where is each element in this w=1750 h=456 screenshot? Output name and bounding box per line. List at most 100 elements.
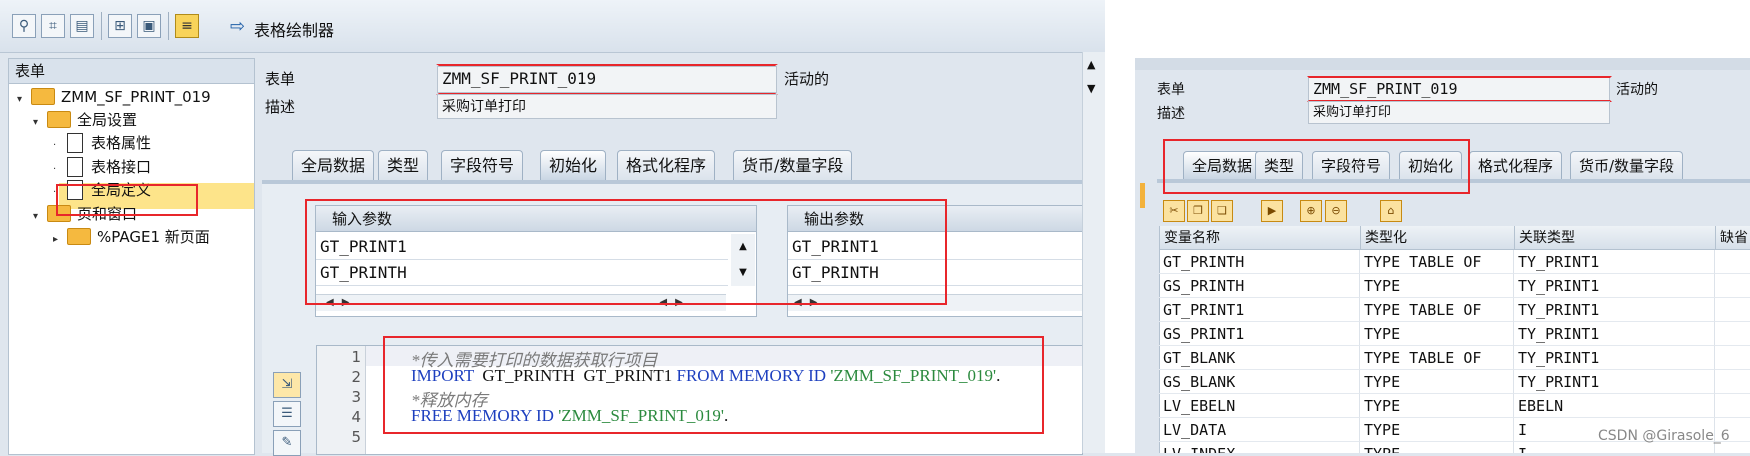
tab-initialization[interactable]: 初始化 xyxy=(540,150,607,180)
scroll-up-icon[interactable]: ▲ xyxy=(731,234,755,260)
pattern-insert-icon[interactable]: ⇲ xyxy=(273,372,301,398)
grid-cell[interactable] xyxy=(1715,274,1750,298)
add-node-icon[interactable]: ⊞ xyxy=(108,14,132,38)
column-header[interactable]: 缺省 xyxy=(1716,226,1750,250)
grid-cell[interactable]: GS_PRINTH xyxy=(1159,274,1360,298)
grid-cell[interactable]: GT_PRINTH xyxy=(1159,250,1360,274)
input-param-row[interactable]: GT_PRINTH xyxy=(316,260,728,286)
pretty-print-icon[interactable]: ☰ xyxy=(273,401,301,427)
grid-cell[interactable]: TY_PRINT1 xyxy=(1514,322,1715,346)
tab-format-routines[interactable]: 格式化程序 xyxy=(617,150,716,180)
right-form-name-field[interactable]: ZMM_SF_PRINT_019 xyxy=(1308,77,1610,101)
input-hscroll[interactable]: ◀ ▶ ◀ ▶ xyxy=(316,294,726,311)
output-param-row[interactable]: GT_PRINTH xyxy=(788,260,1083,286)
grid-cell[interactable]: TYPE TABLE OF xyxy=(1360,250,1514,274)
input-vscroll[interactable]: ▲ ▼ xyxy=(731,234,755,286)
output-param-row[interactable]: GT_PRINT1 xyxy=(788,234,1083,260)
right-tab-initialization[interactable]: 初始化 xyxy=(1399,151,1463,179)
copy-icon[interactable]: ❐ xyxy=(1187,200,1209,222)
column-header[interactable]: 变量名称 xyxy=(1160,226,1361,250)
tree-item-form-root[interactable]: ▾ ZMM_SF_PRINT_019 xyxy=(17,85,211,109)
tree-item-global-definitions[interactable]: · 全局定义 xyxy=(53,178,151,202)
right-tab-currency-quantity[interactable]: 货币/数量字段 xyxy=(1570,151,1684,179)
grid-cell[interactable]: LV_INDEX xyxy=(1159,442,1360,453)
right-tab-global-data[interactable]: 全局数据 xyxy=(1183,151,1262,179)
tab-types[interactable]: 类型 xyxy=(378,150,429,180)
insert-row-icon[interactable]: ▶ xyxy=(1261,200,1283,222)
output-hscroll[interactable]: ◀ ▶ xyxy=(788,294,1083,311)
expand-icon[interactable]: ▾ xyxy=(33,205,47,229)
column-header[interactable]: 关联类型 xyxy=(1515,226,1716,250)
grid-cell[interactable]: GT_PRINT1 xyxy=(1159,298,1360,322)
grid-cell[interactable]: TYPE TABLE OF xyxy=(1360,298,1514,322)
tree-item-form-interface[interactable]: · 表格接口 xyxy=(53,155,151,179)
scroll-left-icon[interactable]: ◀ xyxy=(659,297,667,308)
print-preview-icon[interactable]: ▤ xyxy=(70,14,94,38)
grid-cell[interactable]: TYPE xyxy=(1360,418,1514,442)
grid-cell[interactable] xyxy=(1715,322,1750,346)
tree-item-pages-windows[interactable]: ▾ 页和窗口 xyxy=(33,202,137,226)
scroll-right-icon[interactable]: ▶ xyxy=(675,297,683,308)
vertical-scrollbar[interactable]: ▲ ▼ xyxy=(1082,52,1105,453)
tree-item-page1[interactable]: ▸ %PAGE1 新页面 xyxy=(53,225,210,249)
grid-cell[interactable]: EBELN xyxy=(1514,394,1715,418)
grid-cell[interactable]: TY_PRINT1 xyxy=(1514,274,1715,298)
field-list-icon[interactable]: ≡ xyxy=(175,14,199,38)
grid-cell[interactable]: TYPE xyxy=(1360,370,1514,394)
grid-cell[interactable]: GS_BLANK xyxy=(1159,370,1360,394)
scroll-up-icon[interactable]: ▲ xyxy=(1087,58,1095,71)
grid-cell[interactable]: GT_BLANK xyxy=(1159,346,1360,370)
description-field[interactable]: 采购订单打印 xyxy=(437,94,777,119)
grid-cell[interactable]: LV_EBELN xyxy=(1159,394,1360,418)
expand-icon[interactable]: ▾ xyxy=(17,88,31,112)
scroll-left-icon[interactable]: ◀ xyxy=(794,297,802,308)
scroll-left-icon[interactable]: ◀ xyxy=(326,297,334,308)
doc-node-icon[interactable]: ▣ xyxy=(137,14,161,38)
grid-cell[interactable]: TY_PRINT1 xyxy=(1514,346,1715,370)
grid-cell[interactable]: TYPE xyxy=(1360,274,1514,298)
code-editor[interactable]: 1 2 3 4 5 *传入需要打印的数据获取行项目 IMPORT GT_PRIN… xyxy=(316,345,1083,455)
grid-cell[interactable] xyxy=(1715,250,1750,274)
append-row-icon[interactable]: ⊕ xyxy=(1300,200,1322,222)
expand-icon[interactable]: ▾ xyxy=(33,111,47,135)
hierarchy-icon[interactable]: ⌗ xyxy=(41,14,65,38)
tree-item-global-settings[interactable]: ▾ 全局设置 xyxy=(33,108,137,132)
grid-cell[interactable] xyxy=(1715,394,1750,418)
cut-icon[interactable]: ✂ xyxy=(1163,200,1185,222)
scroll-down-icon[interactable]: ▼ xyxy=(1087,82,1095,95)
scroll-right-icon[interactable]: ▶ xyxy=(342,297,350,308)
grid-cell[interactable]: TYPE xyxy=(1360,442,1514,453)
input-param-row[interactable]: GT_PRINT1 xyxy=(316,234,728,260)
right-tab-format-routines[interactable]: 格式化程序 xyxy=(1469,151,1563,179)
grid-cell[interactable] xyxy=(1715,370,1750,394)
glasses-icon[interactable]: ⚲ xyxy=(12,14,36,38)
tab-currency-quantity[interactable]: 货币/数量字段 xyxy=(733,150,853,180)
details-icon[interactable]: ⌂ xyxy=(1380,200,1402,222)
grid-cell[interactable]: TYPE xyxy=(1360,322,1514,346)
scroll-right-icon[interactable]: ▶ xyxy=(810,297,818,308)
delete-row-icon[interactable]: ⊖ xyxy=(1325,200,1347,222)
right-tab-types[interactable]: 类型 xyxy=(1255,151,1304,179)
grid-cell[interactable] xyxy=(1715,298,1750,322)
right-description-field[interactable]: 采购订单打印 xyxy=(1308,101,1610,124)
grid-cell[interactable]: GS_PRINT1 xyxy=(1159,322,1360,346)
grid-cell[interactable]: TY_PRINT1 xyxy=(1514,298,1715,322)
scroll-down-icon[interactable]: ▼ xyxy=(731,260,755,286)
tab-global-data[interactable]: 全局数据 xyxy=(292,150,375,180)
tab-field-symbols[interactable]: 字段符号 xyxy=(441,150,524,180)
column-header[interactable]: 类型化 xyxy=(1361,226,1515,250)
grid-cell[interactable] xyxy=(1715,346,1750,370)
form-painter-arrow-icon[interactable]: ⇨ xyxy=(230,16,245,37)
grid-cell[interactable]: LV_DATA xyxy=(1159,418,1360,442)
grid-cell[interactable]: TY_PRINT1 xyxy=(1514,250,1715,274)
grid-cell[interactable]: TYPE TABLE OF xyxy=(1360,346,1514,370)
form-name-field[interactable]: ZMM_SF_PRINT_019 xyxy=(437,66,777,93)
paste-icon[interactable]: ❏ xyxy=(1211,200,1233,222)
form-painter-button[interactable]: 表格绘制器 xyxy=(254,17,334,41)
collapse-icon[interactable]: ▸ xyxy=(53,228,67,252)
grid-cell[interactable]: TYPE xyxy=(1360,394,1514,418)
tree-item-form-attributes[interactable]: · 表格属性 xyxy=(53,131,151,155)
grid-cell[interactable]: TY_PRINT1 xyxy=(1514,370,1715,394)
check-code-icon[interactable]: ✎ xyxy=(273,430,301,456)
right-tab-field-symbols[interactable]: 字段符号 xyxy=(1312,151,1391,179)
